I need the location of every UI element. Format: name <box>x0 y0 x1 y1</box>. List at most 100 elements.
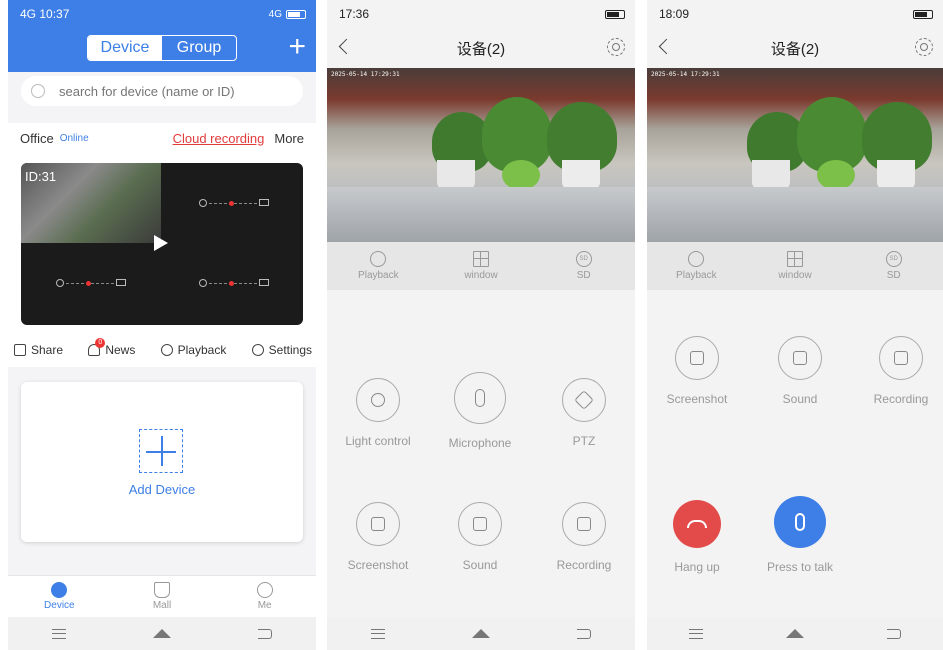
pot-image <box>437 160 475 190</box>
search-input[interactable] <box>59 83 279 99</box>
battery-icon <box>605 9 625 19</box>
control-strip: Playback window SD SD <box>327 242 635 290</box>
home-icon[interactable] <box>785 629 804 638</box>
back-icon[interactable] <box>887 628 902 639</box>
video-timestamp: 2025-05-14 17:29:31 <box>331 71 400 78</box>
system-nav-bar <box>327 617 635 650</box>
playback-button[interactable]: Playback <box>160 343 226 357</box>
back-icon[interactable] <box>577 628 592 639</box>
sd-icon: SD <box>575 251 592 267</box>
news-button[interactable]: 0 News <box>88 338 136 357</box>
desk-image <box>327 187 635 242</box>
user-icon <box>256 582 273 598</box>
channel-slot[interactable] <box>199 279 269 289</box>
home-icon[interactable] <box>471 629 490 638</box>
microphone-button[interactable]: Microphone <box>435 372 525 450</box>
pot-image <box>502 160 540 190</box>
battery-icon <box>913 9 933 19</box>
camera-icon <box>51 582 68 598</box>
screenshot-label: Screenshot <box>666 392 728 406</box>
app-header: Device Group + <box>8 28 316 68</box>
window-button[interactable]: window <box>746 242 845 290</box>
live-video[interactable]: 2025-05-14 17:29:31 <box>327 68 635 242</box>
recording-label: Recording <box>556 558 612 572</box>
screenshot-button[interactable]: Screenshot <box>652 336 742 406</box>
sound-button[interactable]: Sound <box>755 336 845 406</box>
status-bar: 18:09 <box>647 0 943 28</box>
online-status: Online <box>59 132 89 144</box>
sd-button[interactable]: SD SD <box>844 242 943 290</box>
home-icon[interactable] <box>152 629 171 638</box>
recording-button[interactable]: Recording <box>856 336 943 406</box>
speaker-mute-icon <box>458 502 502 546</box>
hang-up-label: Hang up <box>674 560 720 574</box>
mic-icon <box>454 372 506 424</box>
tab-mall-label: Mall <box>152 600 172 611</box>
speaker-icon <box>778 336 822 380</box>
news-label: News <box>105 343 136 357</box>
ptz-label: PTZ <box>572 434 596 448</box>
video-timestamp: 2025-05-14 17:29:31 <box>651 71 720 78</box>
back-icon[interactable] <box>658 38 675 55</box>
gear-icon[interactable] <box>915 38 933 56</box>
share-icon <box>14 344 26 356</box>
bulb-icon <box>356 378 400 422</box>
intercom-screen: 18:09 设备(2) 2025-05-14 17:29:31 Playback… <box>647 0 943 650</box>
device-group-toggle: Device Group <box>87 35 237 61</box>
screenshot-button[interactable]: Screenshot <box>333 502 423 572</box>
tab-bar-mall[interactable]: Mall <box>111 576 214 617</box>
play-icon[interactable] <box>154 235 168 251</box>
sd-button[interactable]: SD SD <box>532 242 635 290</box>
playback-button[interactable]: Playback <box>647 242 746 290</box>
add-device-label: Add Device <box>128 482 196 497</box>
pot-image <box>562 160 600 190</box>
top-bar: 设备(2) <box>327 28 635 68</box>
grid-icon <box>787 251 803 267</box>
window-button[interactable]: window <box>430 242 533 290</box>
tab-group[interactable]: Group <box>162 36 236 60</box>
history-icon <box>688 251 705 267</box>
more-link[interactable]: More <box>274 131 304 146</box>
back-icon[interactable] <box>258 628 273 639</box>
back-icon[interactable] <box>338 38 355 55</box>
settings-label: Settings <box>268 343 312 357</box>
add-device-card[interactable]: Add Device <box>21 382 303 542</box>
menu-icon[interactable] <box>370 628 385 639</box>
menu-icon[interactable] <box>688 628 703 639</box>
tab-bar-device[interactable]: Device <box>8 576 111 617</box>
page-title: 设备(2) <box>770 40 820 58</box>
press-to-talk-button[interactable]: Press to talk <box>755 496 845 574</box>
window-label: window <box>778 270 812 281</box>
tab-bar-me[interactable]: Me <box>213 576 316 617</box>
hang-up-button[interactable]: Hang up <box>652 500 742 574</box>
menu-icon[interactable] <box>51 628 66 639</box>
playback-button[interactable]: Playback <box>327 242 430 290</box>
device-card: ID:31 <box>8 153 316 333</box>
light-control-button[interactable]: Light control <box>333 378 423 448</box>
ptz-button[interactable]: PTZ <box>539 378 629 448</box>
tab-device[interactable]: Device <box>88 36 162 60</box>
sound-button[interactable]: Sound <box>435 502 525 572</box>
video-preview[interactable]: ID:31 <box>21 163 303 325</box>
channel-slot[interactable] <box>199 199 269 209</box>
channel-slot[interactable] <box>56 279 126 289</box>
page-title: 设备(2) <box>456 40 506 58</box>
search-bar[interactable] <box>21 76 303 106</box>
recording-button[interactable]: Recording <box>539 502 629 572</box>
sd-label: SD <box>576 270 591 281</box>
add-icon[interactable]: + <box>288 32 306 62</box>
cloud-recording-link[interactable]: Cloud recording <box>173 131 265 146</box>
status-bar: 4G 10:37 4G <box>8 0 316 28</box>
signal-indicator: 4G <box>20 7 37 21</box>
status-time: 18:09 <box>659 7 690 21</box>
cart-icon <box>154 582 170 598</box>
search-icon <box>31 84 45 98</box>
share-button[interactable]: Share <box>14 343 63 357</box>
live-video[interactable]: 2025-05-14 17:29:31 <box>647 68 943 242</box>
settings-button[interactable]: Settings <box>251 343 312 357</box>
desk-image <box>647 187 943 242</box>
screenshot-label: Screenshot <box>347 558 409 572</box>
sound-label: Sound <box>782 392 818 406</box>
gear-icon[interactable] <box>607 38 625 56</box>
status-time: 17:36 <box>339 7 370 21</box>
